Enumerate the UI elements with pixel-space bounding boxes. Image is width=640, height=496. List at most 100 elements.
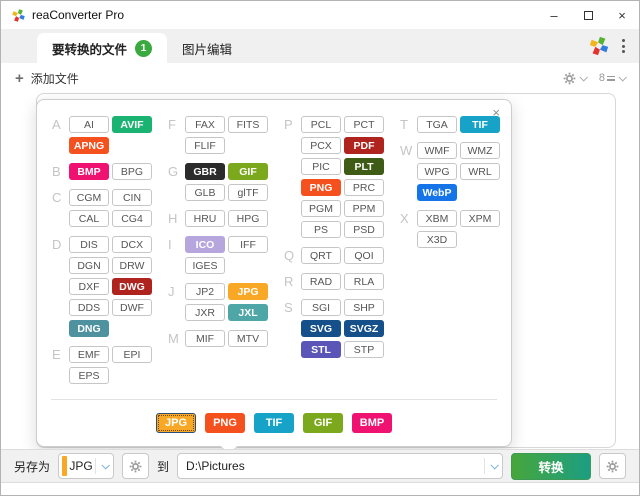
format-button-pct[interactable]: PCT bbox=[344, 116, 384, 133]
format-button-jpg[interactable]: JPG bbox=[228, 283, 268, 300]
format-button-psd[interactable]: PSD bbox=[344, 221, 384, 238]
tab-strip: 要转换的文件 1 图片编辑 bbox=[1, 29, 639, 63]
format-row: F FAX FITS bbox=[168, 116, 280, 133]
format-button-fits[interactable]: FITS bbox=[228, 116, 268, 133]
format-button-bmp[interactable]: BMP bbox=[69, 163, 109, 180]
format-button-gbr[interactable]: GBR bbox=[185, 163, 225, 180]
format-button-dwf[interactable]: DWF bbox=[112, 299, 152, 316]
format-grid: A AI AVIF APNG B BMP BPG C CGM CIN CAL CG4 D DIS DCX DG… bbox=[52, 116, 512, 384]
format-button-ai[interactable]: AI bbox=[69, 116, 109, 133]
convert-button[interactable]: 转换 bbox=[511, 452, 591, 480]
format-button-avif[interactable]: AVIF bbox=[112, 116, 152, 133]
sort-dropdown[interactable]: 8 bbox=[599, 72, 627, 84]
format-button-gltf[interactable]: glTF bbox=[228, 184, 268, 201]
format-button-apng[interactable]: APNG bbox=[69, 137, 109, 154]
format-button-rad[interactable]: RAD bbox=[301, 273, 341, 290]
quick-format-png[interactable]: PNG bbox=[205, 413, 245, 433]
settings-dropdown[interactable] bbox=[563, 72, 588, 85]
maximize-button[interactable] bbox=[571, 1, 605, 29]
format-button-xbm[interactable]: XBM bbox=[417, 210, 457, 227]
format-button-stp[interactable]: STP bbox=[344, 341, 384, 358]
format-group-B: B BMP BPG bbox=[52, 163, 164, 180]
format-button-qoi[interactable]: QOI bbox=[344, 247, 384, 264]
format-row: DDS DWF bbox=[52, 299, 164, 316]
format-button-dng[interactable]: DNG bbox=[69, 320, 109, 337]
format-button-cin[interactable]: CIN bbox=[112, 189, 152, 206]
format-button-mtv[interactable]: MTV bbox=[228, 330, 268, 347]
format-button-webp[interactable]: WebP bbox=[417, 184, 457, 201]
format-button-pcl[interactable]: PCL bbox=[301, 116, 341, 133]
format-row: P PCL PCT bbox=[284, 116, 396, 133]
format-row: C CGM CIN bbox=[52, 189, 164, 206]
format-button-dis[interactable]: DIS bbox=[69, 236, 109, 253]
format-button-hpg[interactable]: HPG bbox=[228, 210, 268, 227]
tab-files-to-convert[interactable]: 要转换的文件 1 bbox=[37, 33, 168, 63]
format-button-jp2[interactable]: JP2 bbox=[185, 283, 225, 300]
format-button-dxf[interactable]: DXF bbox=[69, 278, 109, 295]
format-button-tga[interactable]: TGA bbox=[417, 116, 457, 133]
format-button-x3d[interactable]: X3D bbox=[417, 231, 457, 248]
format-button-dgn[interactable]: DGN bbox=[69, 257, 109, 274]
format-button-pic[interactable]: PIC bbox=[301, 158, 341, 175]
format-button-stl[interactable]: STL bbox=[301, 341, 341, 358]
format-button-drw[interactable]: DRW bbox=[112, 257, 152, 274]
output-path-combo[interactable]: D:\Pictures bbox=[177, 453, 503, 479]
format-button-xpm[interactable]: XPM bbox=[460, 210, 500, 227]
add-files-button[interactable]: + 添加文件 bbox=[15, 70, 79, 87]
format-button-flif[interactable]: FLIF bbox=[185, 137, 225, 154]
format-button-mif[interactable]: MIF bbox=[185, 330, 225, 347]
format-settings-button[interactable] bbox=[122, 453, 150, 479]
format-button-wpg[interactable]: WPG bbox=[417, 163, 457, 180]
format-button-pgm[interactable]: PGM bbox=[301, 200, 341, 217]
format-button-cgm[interactable]: CGM bbox=[69, 189, 109, 206]
format-button-fax[interactable]: FAX bbox=[185, 116, 225, 133]
format-button-qrt[interactable]: QRT bbox=[301, 247, 341, 264]
format-button-pcx[interactable]: PCX bbox=[301, 137, 341, 154]
format-button-svg[interactable]: SVG bbox=[301, 320, 341, 337]
format-button-ppm[interactable]: PPM bbox=[344, 200, 384, 217]
format-button-sgi[interactable]: SGI bbox=[301, 299, 341, 316]
format-button-emf[interactable]: EMF bbox=[69, 346, 109, 363]
quick-format-gif[interactable]: GIF bbox=[303, 413, 343, 433]
format-button-wrl[interactable]: WRL bbox=[460, 163, 500, 180]
format-group-T: T TGA TIF bbox=[400, 116, 512, 133]
format-button-iges[interactable]: IGES bbox=[185, 257, 225, 274]
quick-format-jpg[interactable]: JPG bbox=[156, 413, 196, 433]
format-button-tif[interactable]: TIF bbox=[460, 116, 500, 133]
format-button-pdf[interactable]: PDF bbox=[344, 137, 384, 154]
format-button-jxl[interactable]: JXL bbox=[228, 304, 268, 321]
output-format-combo[interactable]: JPG bbox=[58, 453, 115, 479]
minimize-button[interactable]: – bbox=[537, 1, 571, 29]
format-button-ico[interactable]: ICO bbox=[185, 236, 225, 253]
format-row: E EMF EPI bbox=[52, 346, 164, 363]
format-button-wmf[interactable]: WMF bbox=[417, 142, 457, 159]
format-button-png[interactable]: PNG bbox=[301, 179, 341, 196]
quick-format-bmp[interactable]: BMP bbox=[352, 413, 392, 433]
format-button-iff[interactable]: IFF bbox=[228, 236, 268, 253]
close-button[interactable]: × bbox=[605, 1, 639, 29]
format-button-gif[interactable]: GIF bbox=[228, 163, 268, 180]
format-button-jxr[interactable]: JXR bbox=[185, 304, 225, 321]
format-button-dcx[interactable]: DCX bbox=[112, 236, 152, 253]
group-letter: M bbox=[168, 331, 179, 346]
format-button-dwg[interactable]: DWG bbox=[112, 278, 152, 295]
format-button-glb[interactable]: GLB bbox=[185, 184, 225, 201]
format-button-wmz[interactable]: WMZ bbox=[460, 142, 500, 159]
format-button-bpg[interactable]: BPG bbox=[112, 163, 152, 180]
convert-settings-button[interactable] bbox=[599, 453, 626, 479]
format-button-shp[interactable]: SHP bbox=[344, 299, 384, 316]
format-button-svgz[interactable]: SVGZ bbox=[344, 320, 384, 337]
format-button-cal[interactable]: CAL bbox=[69, 210, 109, 227]
format-button-rla[interactable]: RLA bbox=[344, 273, 384, 290]
menu-dots-icon[interactable] bbox=[620, 35, 627, 57]
format-button-prc[interactable]: PRC bbox=[344, 179, 384, 196]
format-button-plt[interactable]: PLT bbox=[344, 158, 384, 175]
format-button-cg4[interactable]: CG4 bbox=[112, 210, 152, 227]
tab-image-editing[interactable]: 图片编辑 bbox=[167, 33, 247, 63]
format-button-ps[interactable]: PS bbox=[301, 221, 341, 238]
format-button-hru[interactable]: HRU bbox=[185, 210, 225, 227]
format-button-dds[interactable]: DDS bbox=[69, 299, 109, 316]
quick-format-tif[interactable]: TIF bbox=[254, 413, 294, 433]
format-button-eps[interactable]: EPS bbox=[69, 367, 109, 384]
format-button-epi[interactable]: EPI bbox=[112, 346, 152, 363]
